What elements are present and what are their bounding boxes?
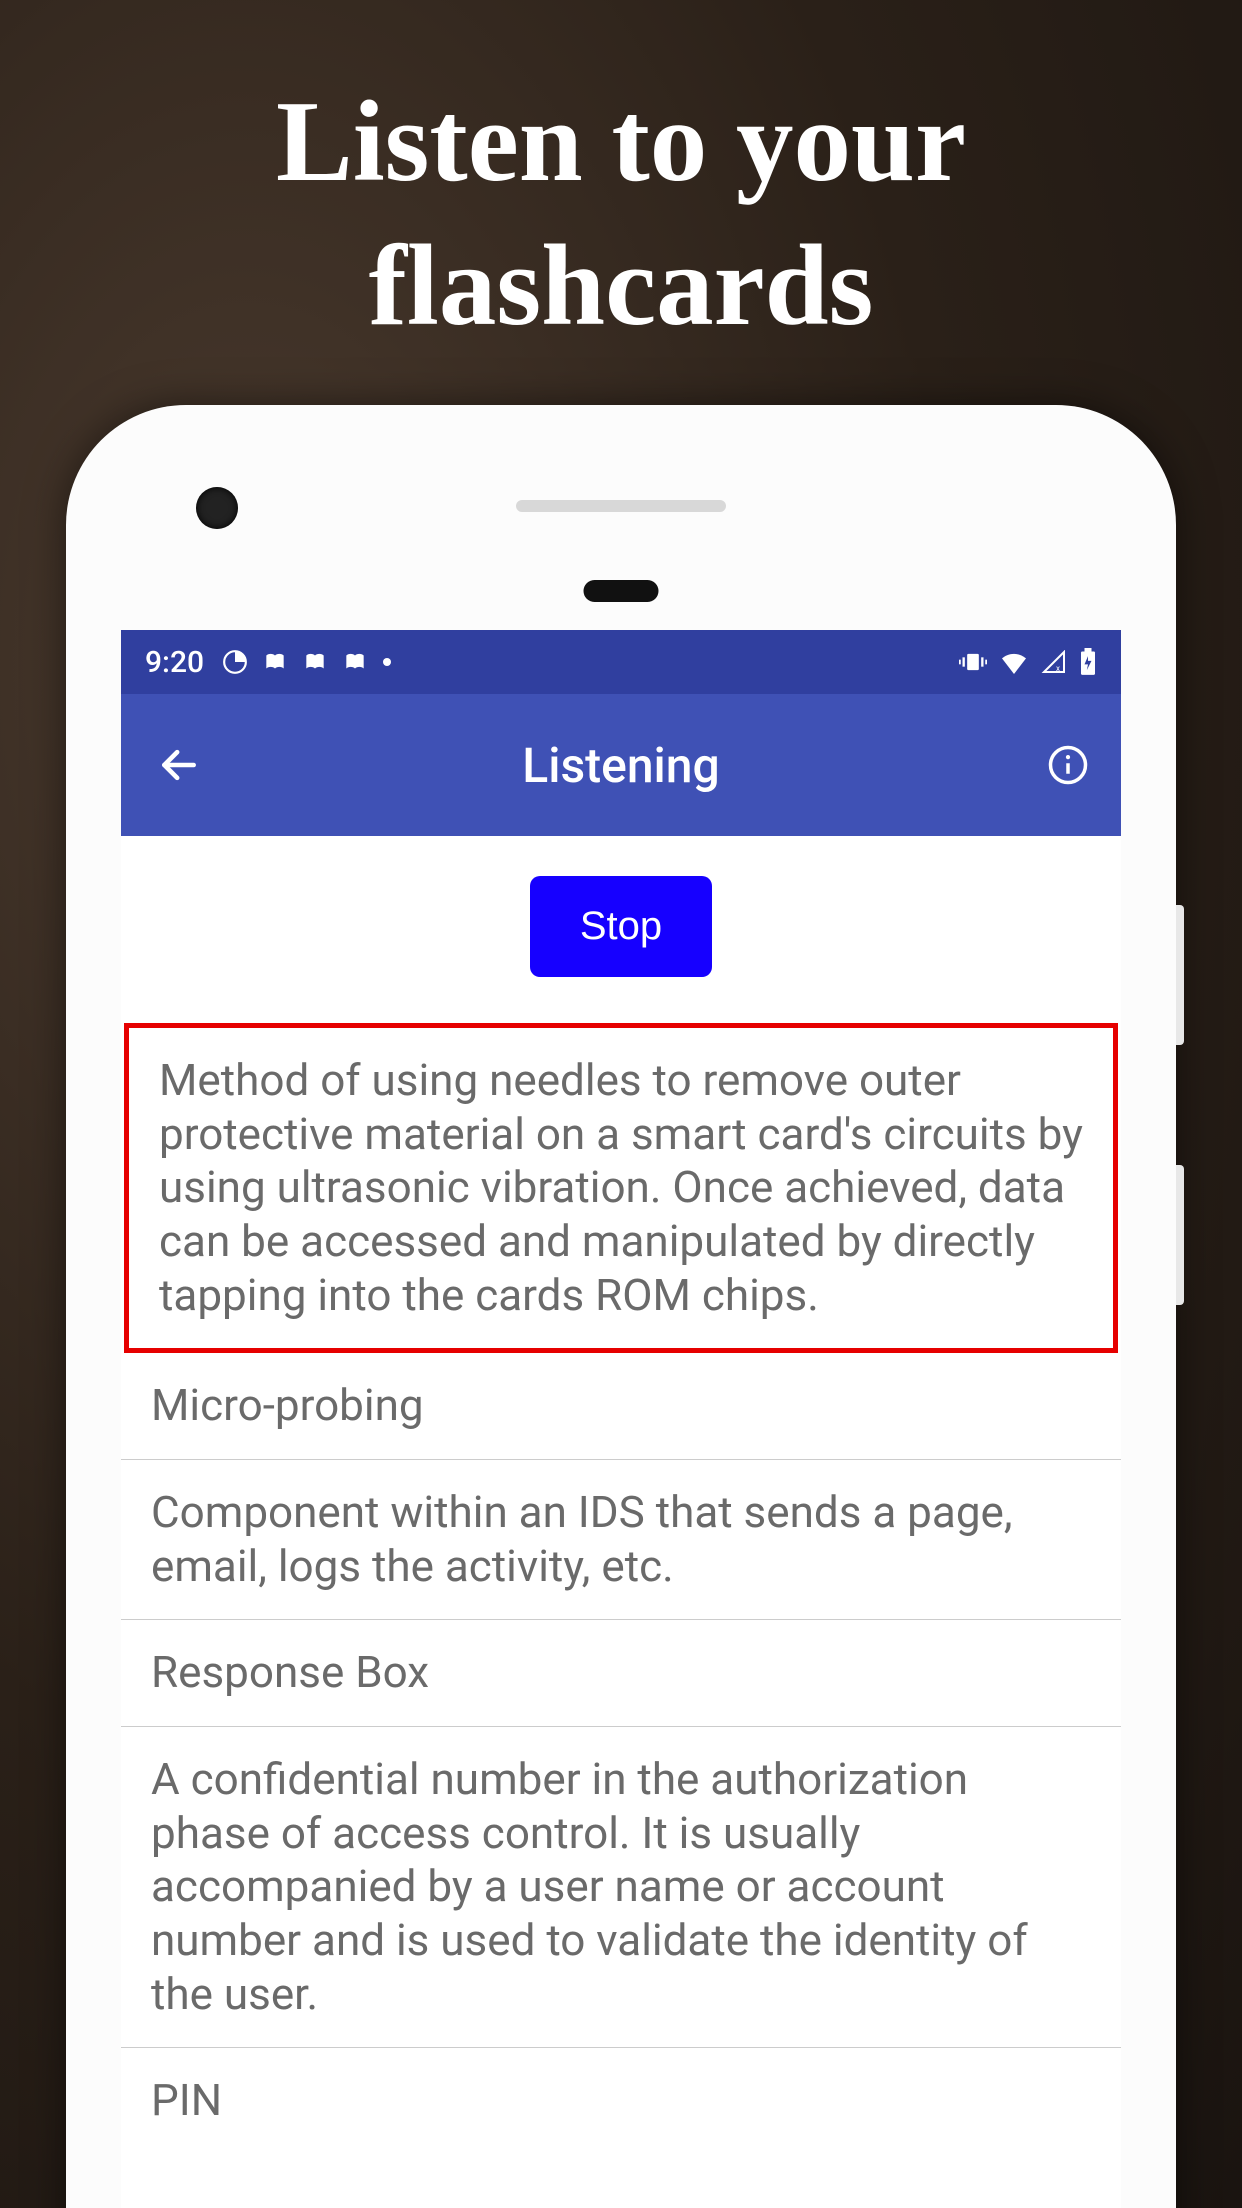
flashcard-item[interactable]: Response Box [121,1620,1121,1727]
vibrate-icon [959,648,987,676]
dot-icon [382,657,392,667]
wifi-icon [999,650,1029,674]
page-title: Listening [522,737,719,794]
flashcard-item[interactable]: Method of using needles to remove outer … [124,1023,1118,1353]
status-left: 9:20 [145,645,392,680]
phone-sensor [584,580,659,602]
info-icon [1047,744,1089,786]
stop-button[interactable]: Stop [530,876,712,977]
marketing-title-line1: Listen to your [276,78,966,205]
phone-side-button [1176,905,1184,1045]
phone-camera [196,487,238,529]
status-right: x [959,648,1097,676]
card-list: Method of using needles to remove outer … [121,1023,1121,2154]
signal-icon: x [1041,650,1067,674]
status-icons [222,649,392,675]
phone-side-button [1176,1165,1184,1305]
marketing-title: Listen to your flashcards [0,70,1242,358]
battery-icon [1079,648,1097,676]
book-icon [342,649,368,675]
arrow-left-icon [157,743,201,787]
book-icon [302,649,328,675]
flashcard-item[interactable]: PIN [121,2048,1121,2154]
phone-speaker [516,500,726,512]
screen: 9:20 [121,630,1121,2208]
status-time: 9:20 [145,645,204,680]
book-icon [262,649,288,675]
back-button[interactable] [149,735,209,795]
status-bar: 9:20 [121,630,1121,694]
stop-area: Stop [121,836,1121,1023]
phone-frame: 9:20 [66,405,1176,2208]
flashcard-item[interactable]: Component within an IDS that sends a pag… [121,1460,1121,1620]
info-button[interactable] [1043,740,1093,790]
pie-icon [222,649,248,675]
marketing-title-line2: flashcards [369,222,874,349]
flashcard-item[interactable]: A confidential number in the authorizati… [121,1727,1121,2048]
svg-text:x: x [1056,664,1060,673]
app-bar: Listening [121,694,1121,836]
flashcard-item[interactable]: Micro-probing [121,1353,1121,1460]
